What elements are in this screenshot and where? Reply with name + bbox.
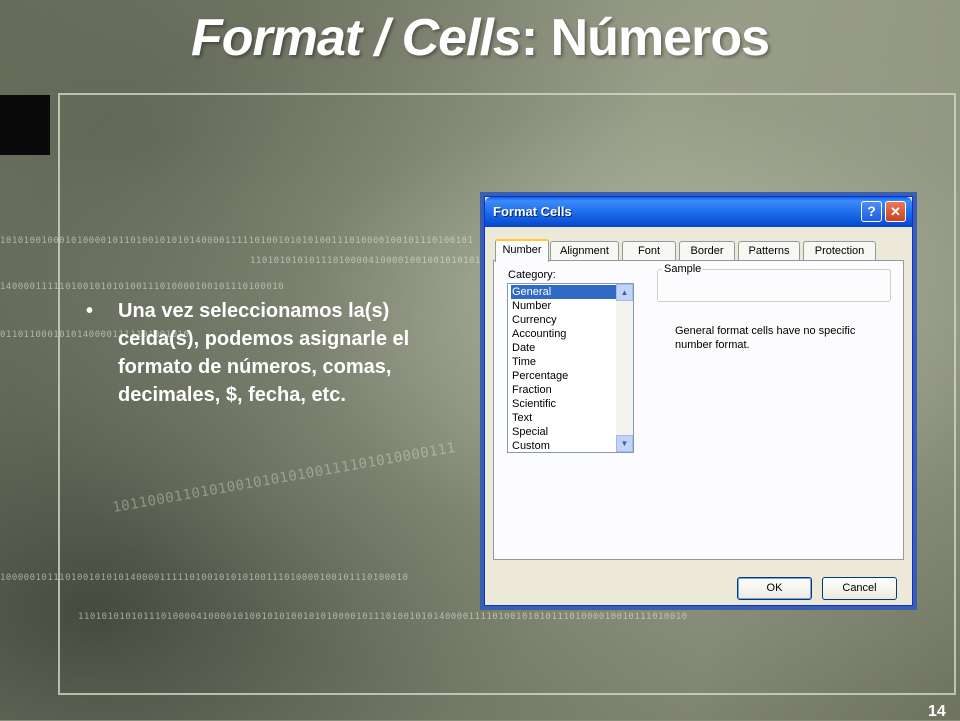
- sample-group: Sample: [657, 263, 891, 302]
- dialog-screenshot: Format Cells ? ✕ Number Alignment Font B…: [480, 192, 917, 610]
- list-item[interactable]: Currency: [511, 313, 616, 327]
- slide-title: Format / Cells: Números: [0, 8, 960, 68]
- ok-button[interactable]: OK: [737, 577, 812, 600]
- tab-number[interactable]: Number: [495, 239, 549, 262]
- category-label: Category:: [508, 269, 556, 281]
- list-item[interactable]: Date: [511, 341, 616, 355]
- list-item[interactable]: Special: [511, 425, 616, 439]
- list-item[interactable]: Number: [511, 299, 616, 313]
- decorative-black-square: [0, 95, 50, 155]
- help-button[interactable]: ?: [861, 201, 882, 222]
- bullet-dot-icon: •: [86, 300, 94, 322]
- tab-border[interactable]: Border: [679, 241, 735, 260]
- slide-title-italic: Format / Cells: [190, 9, 522, 67]
- tab-font[interactable]: Font: [622, 241, 676, 260]
- scroll-up-icon[interactable]: ▲: [616, 284, 633, 301]
- list-item[interactable]: Fraction: [511, 383, 616, 397]
- list-item[interactable]: Time: [511, 355, 616, 369]
- bullet-text: Una vez seleccionamos la(s) celda(s), po…: [118, 300, 410, 406]
- dialog-titlebar[interactable]: Format Cells ? ✕: [485, 197, 912, 227]
- category-listbox[interactable]: General Number Currency Accounting Date …: [507, 283, 634, 453]
- cancel-button[interactable]: Cancel: [822, 577, 897, 600]
- slide-title-suffix: : Números: [520, 9, 770, 67]
- list-item[interactable]: General: [511, 285, 616, 299]
- format-description: General format cells have no specific nu…: [675, 325, 856, 351]
- tab-patterns[interactable]: Patterns: [738, 241, 800, 260]
- list-item[interactable]: Custom: [511, 439, 616, 452]
- close-button[interactable]: ✕: [885, 201, 906, 222]
- category-scrollbar[interactable]: ▲ ▼: [616, 284, 633, 452]
- page-number: 14: [928, 703, 946, 720]
- list-item[interactable]: Text: [511, 411, 616, 425]
- list-item[interactable]: Percentage: [511, 369, 616, 383]
- list-item[interactable]: Scientific: [511, 397, 616, 411]
- format-cells-dialog: Format Cells ? ✕ Number Alignment Font B…: [484, 196, 913, 606]
- tab-alignment[interactable]: Alignment: [550, 241, 619, 260]
- dialog-title: Format Cells: [493, 204, 572, 219]
- bullet-item: • Una vez seleccionamos la(s) celda(s), …: [86, 297, 436, 409]
- number-tab-panel: Category: General Number Currency Accoun…: [493, 260, 904, 560]
- list-item[interactable]: Accounting: [511, 327, 616, 341]
- tab-protection[interactable]: Protection: [803, 241, 876, 260]
- sample-label: Sample: [662, 263, 704, 275]
- scroll-down-icon[interactable]: ▼: [616, 435, 633, 452]
